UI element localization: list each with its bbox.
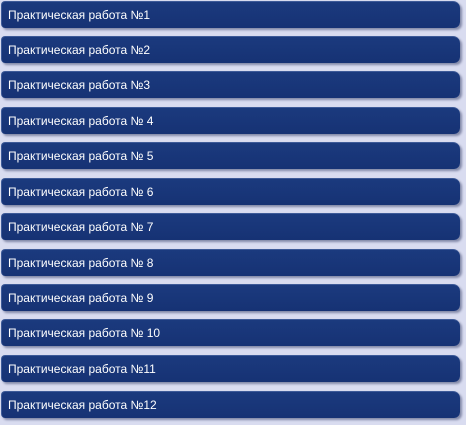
menu-item-practical-work-2[interactable]: Практическая работа №2 [1, 36, 460, 63]
menu-item-label: Практическая работа № 6 [8, 185, 154, 199]
menu-item-practical-work-7[interactable]: Практическая работа № 7 [1, 213, 460, 240]
menu-item-practical-work-8[interactable]: Практическая работа № 8 [1, 249, 460, 276]
menu-item-label: Практическая работа №1 [8, 8, 151, 22]
menu-item-label: Практическая работа №2 [8, 43, 151, 57]
menu-item-practical-work-10[interactable]: Практическая работа № 10 [1, 319, 460, 346]
menu-item-practical-work-1[interactable]: Практическая работа №1 [1, 1, 460, 28]
menu-item-label: Практическая работа № 7 [8, 220, 154, 234]
menu-item-label: Практическая работа № 4 [8, 114, 154, 128]
menu-item-practical-work-11[interactable]: Практическая работа №11 [1, 355, 460, 382]
menu-item-label: Практическая работа №12 [8, 398, 157, 412]
menu-item-practical-work-4[interactable]: Практическая работа № 4 [1, 107, 460, 134]
menu-item-practical-work-5[interactable]: Практическая работа № 5 [1, 142, 460, 169]
menu-item-label: Практическая работа №11 [8, 362, 156, 376]
menu-item-label: Практическая работа № 10 [8, 326, 161, 340]
menu-item-label: Практическая работа №3 [8, 78, 151, 92]
menu-item-practical-work-9[interactable]: Практическая работа № 9 [1, 284, 460, 311]
menu-item-practical-work-12[interactable]: Практическая работа №12 [1, 391, 460, 418]
menu-item-label: Практическая работа № 9 [8, 291, 154, 305]
menu-item-practical-work-6[interactable]: Практическая работа № 6 [1, 178, 460, 205]
practical-work-menu: Практическая работа №1 Практическая рабо… [0, 0, 466, 425]
menu-item-label: Практическая работа № 8 [8, 256, 154, 270]
menu-item-practical-work-3[interactable]: Практическая работа №3 [1, 71, 460, 98]
menu-item-label: Практическая работа № 5 [8, 149, 154, 163]
